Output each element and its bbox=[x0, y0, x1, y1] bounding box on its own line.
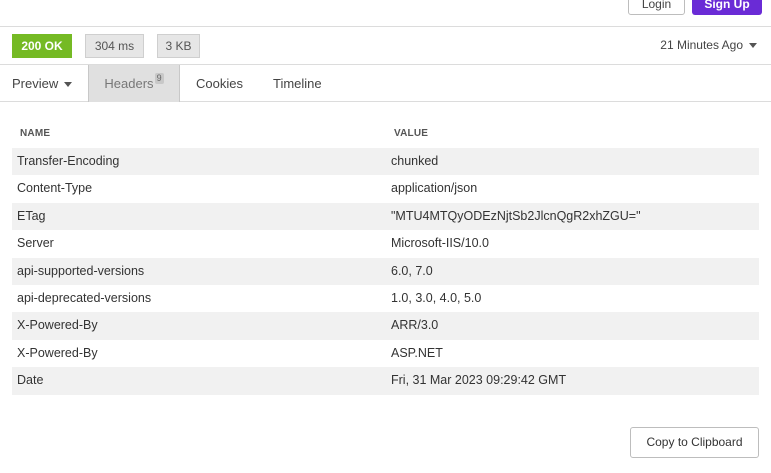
header-value: ARR/3.0 bbox=[391, 318, 439, 333]
caret-down-icon bbox=[749, 43, 757, 49]
header-name: Transfer-Encoding bbox=[17, 154, 120, 168]
table-row: X-Powered-By ASP.NET bbox=[12, 340, 759, 367]
tab-headers-label: Headers bbox=[104, 76, 154, 91]
table-row: api-supported-versions 6.0, 7.0 bbox=[12, 257, 759, 285]
login-button[interactable]: Login bbox=[628, 0, 685, 15]
header-name: api-deprecated-versions bbox=[17, 290, 152, 305]
status-code-badge: 200 OK bbox=[12, 34, 72, 58]
table-row: ETag "MTU4MTQyODEzNjtSb2JlcnQgR2xhZGU=" bbox=[12, 202, 759, 231]
copy-to-clipboard-button[interactable]: Copy to Clipboard bbox=[630, 427, 759, 458]
tab-cookies[interactable]: Cookies bbox=[196, 65, 243, 102]
table-header: NAME VALUE bbox=[12, 120, 759, 148]
table-row: X-Powered-By ARR/3.0 bbox=[12, 312, 759, 340]
tab-preview-label: Preview bbox=[12, 76, 59, 91]
response-tabs: Preview Headers 9 Cookies Timeline bbox=[0, 65, 771, 102]
header-value: ASP.NET bbox=[391, 345, 443, 360]
header-value: Fri, 31 Mar 2023 09:29:42 GMT bbox=[391, 373, 567, 388]
header-value: application/json bbox=[391, 181, 478, 196]
top-bar: Login Sign Up bbox=[0, 0, 771, 27]
column-header-value: VALUE bbox=[394, 128, 429, 139]
table-row: Date Fri, 31 Mar 2023 09:29:42 GMT bbox=[12, 367, 759, 395]
table-row: api-deprecated-versions 1.0, 3.0, 4.0, 5.… bbox=[12, 285, 759, 312]
header-name: api-supported-versions bbox=[17, 263, 145, 278]
table-row: Server Microsoft-IIS/10.0 bbox=[12, 230, 759, 257]
tab-preview[interactable]: Preview bbox=[12, 65, 73, 102]
headers-table: NAME VALUE Transfer-Encoding chunked Conte… bbox=[12, 120, 759, 395]
tab-headers[interactable]: Headers 9 bbox=[88, 65, 180, 102]
table-row: Transfer-Encoding chunked bbox=[12, 148, 759, 176]
response-size-badge: 3 KB bbox=[157, 34, 200, 58]
history-dropdown[interactable]: 21 Minutes Ago bbox=[660, 38, 757, 52]
header-value: 6.0, 7.0 bbox=[391, 263, 433, 278]
header-name: X-Powered-By bbox=[17, 345, 98, 360]
header-value: Microsoft-IIS/10.0 bbox=[391, 236, 489, 251]
header-name: Date bbox=[17, 373, 44, 388]
column-header-name: NAME bbox=[20, 128, 51, 139]
caret-down-icon bbox=[64, 82, 73, 88]
header-name: ETag bbox=[17, 208, 46, 223]
header-value: "MTU4MTQyODEzNjtSb2JlcnQgR2xhZGU=" bbox=[391, 208, 641, 223]
headers-count-badge: 9 bbox=[154, 73, 164, 84]
header-name: X-Powered-By bbox=[17, 318, 98, 333]
response-time-badge: 304 ms bbox=[85, 34, 144, 58]
header-value: chunked bbox=[391, 154, 439, 168]
table-body: Transfer-Encoding chunked Content-Type appl… bbox=[12, 148, 759, 395]
tab-timeline[interactable]: Timeline bbox=[273, 65, 322, 102]
signup-button[interactable]: Sign Up bbox=[692, 0, 762, 15]
response-status-bar: 200 OK 304 ms 3 KB 21 Minutes Ago bbox=[0, 27, 771, 65]
header-name: Content-Type bbox=[17, 181, 93, 196]
header-value: 1.0, 3.0, 4.0, 5.0 bbox=[391, 290, 482, 305]
time-ago-label: 21 Minutes Ago bbox=[660, 38, 743, 52]
header-name: Server bbox=[17, 236, 54, 251]
table-row: Content-Type application/json bbox=[12, 175, 759, 202]
